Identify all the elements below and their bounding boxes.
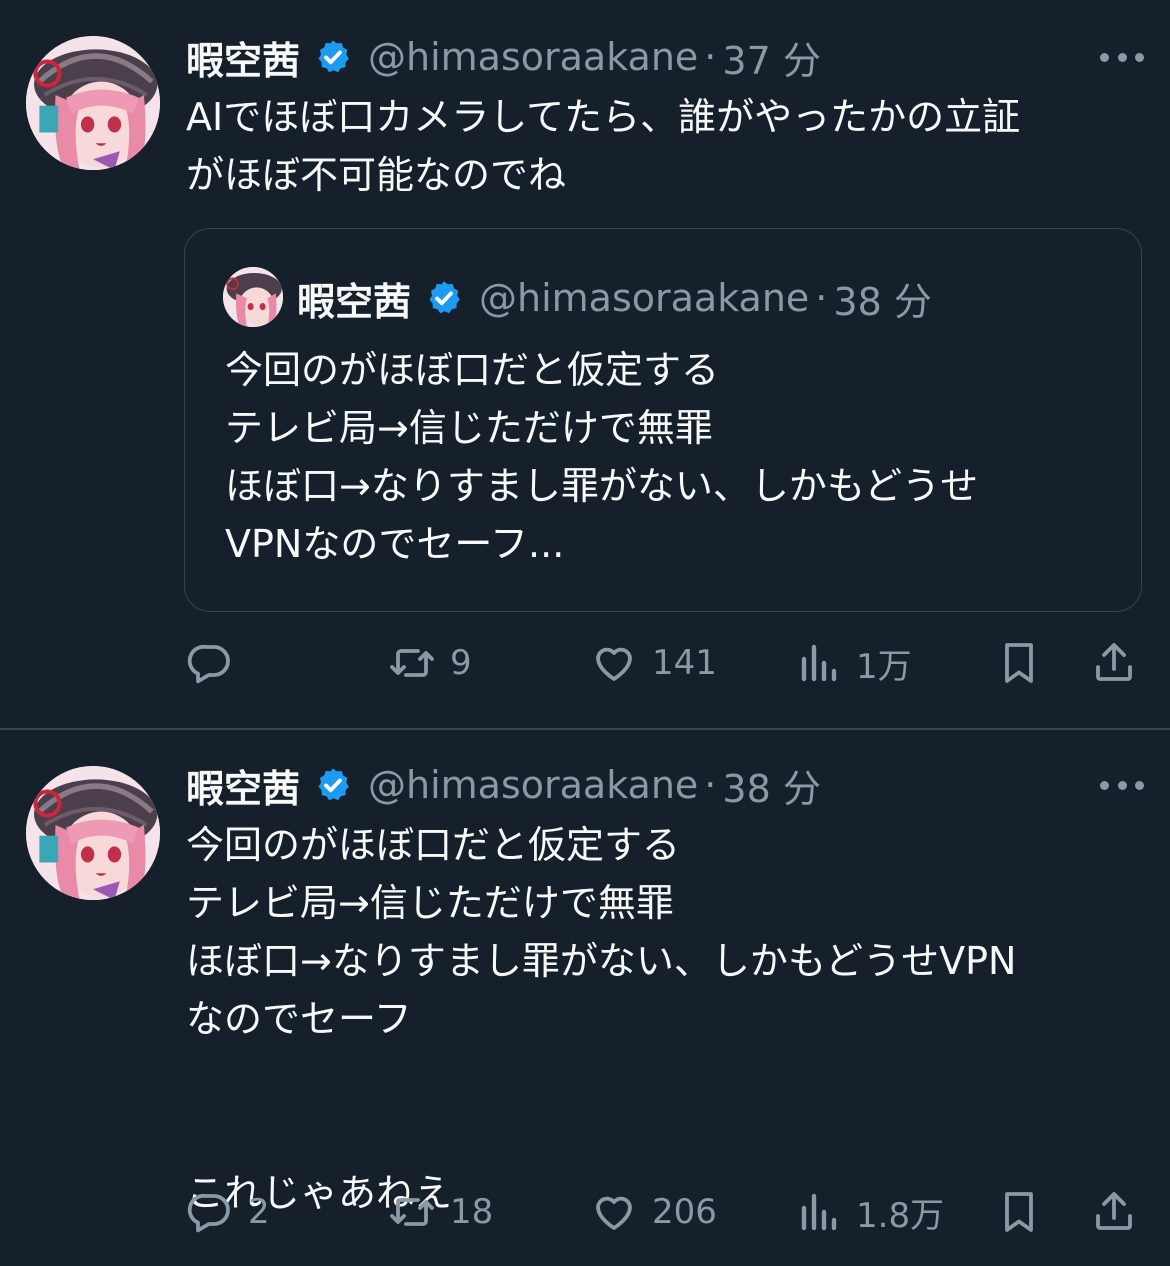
reply-bubble-icon [187, 1193, 230, 1233]
quoted-author-name: 暇空茜 [297, 279, 412, 324]
separator-dot: · [704, 763, 717, 807]
reply-count: 2 [248, 1192, 270, 1232]
action-bar: 2 18 206 1.8万 [0, 1184, 1170, 1240]
retweet-arrows-icon [390, 1198, 434, 1226]
avatar[interactable] [26, 766, 160, 900]
retweet-count: 9 [450, 643, 472, 683]
separator-dot: · [704, 35, 717, 79]
separator-dot: · [815, 276, 828, 320]
retweet-button[interactable]: 18 [388, 1184, 493, 1240]
tweet[interactable]: 暇空茜 @himasoraakane · 38 分 今回のがほぼ口だと仮定する … [0, 730, 1170, 1266]
timestamp[interactable]: 38 分 [722, 758, 820, 813]
verified-badge-icon [429, 281, 460, 314]
timestamp[interactable]: 37 分 [722, 30, 820, 85]
avatar-illustration [26, 36, 160, 170]
share-upload-icon [1096, 1192, 1132, 1230]
view-count: 1万 [856, 646, 912, 687]
bar-chart-icon [801, 1193, 837, 1231]
tweet[interactable]: 暇空茜 @himasoraakane · 37 分 AIでほぼ口カメラしてたら、… [0, 0, 1170, 728]
like-count: 141 [652, 643, 717, 683]
bookmark-icon [1005, 643, 1033, 683]
quoted-author-handle: @himasoraakane [479, 276, 810, 320]
action-bar: 9 141 1万 [0, 635, 1170, 691]
author-handle[interactable]: @himasoraakane [368, 35, 698, 79]
reply-button[interactable] [186, 635, 248, 691]
tweet-text: AIでほぼ口カメラしてたら、誰がやったかの立証 がほぼ不可能なのでね [186, 95, 1021, 197]
quoted-avatar [223, 267, 283, 327]
verified-badge-icon [318, 40, 349, 73]
more-dots-icon[interactable] [1100, 775, 1144, 795]
author-name[interactable]: 暇空茜 [186, 758, 300, 813]
views-button[interactable]: 1万 [794, 635, 912, 691]
share-button[interactable] [1090, 1184, 1138, 1240]
heart-icon [596, 647, 632, 681]
view-count: 1.8万 [856, 1195, 945, 1236]
reply-bubble-icon [187, 644, 230, 684]
views-button[interactable]: 1.8万 [794, 1184, 944, 1240]
bar-chart-icon [801, 644, 837, 682]
bookmark-icon [1005, 1192, 1033, 1232]
bookmark-button[interactable] [995, 635, 1043, 691]
share-upload-icon [1096, 643, 1132, 681]
bookmark-button[interactable] [995, 1184, 1043, 1240]
tweet-header: 暇空茜 @himasoraakane · 38 分 [186, 758, 821, 813]
quoted-tweet-text: 今回のがほぼ口だと仮定する テレビ局→信じただけで無罪 ほぼ口→なりすまし罪がな… [225, 348, 979, 566]
heart-icon [596, 1196, 632, 1230]
author-name[interactable]: 暇空茜 [186, 30, 300, 85]
quoted-tweet[interactable]: 暇空茜 @himasoraakane · 38 分 今回のがほぼ口だと仮定する … [184, 228, 1142, 612]
author-handle[interactable]: @himasoraakane [368, 763, 698, 807]
retweet-arrows-icon [390, 649, 434, 677]
quoted-header: 暇空茜 @himasoraakane · 38 分 [297, 273, 932, 324]
avatar-illustration [26, 766, 160, 900]
avatar[interactable] [26, 36, 160, 170]
like-count: 206 [652, 1192, 717, 1232]
more-dots-icon[interactable] [1100, 47, 1144, 67]
like-button[interactable]: 206 [590, 1184, 717, 1240]
retweet-count: 18 [450, 1192, 494, 1232]
share-button[interactable] [1090, 635, 1138, 691]
tweet-text: 今回のがほぼ口だと仮定する テレビ局→信じただけで無罪 ほぼ口→なりすまし罪がな… [186, 823, 1017, 1215]
reply-button[interactable]: 2 [186, 1184, 270, 1240]
tweet-header: 暇空茜 @himasoraakane · 37 分 [186, 30, 821, 85]
like-button[interactable]: 141 [590, 635, 717, 691]
verified-badge-icon [318, 768, 349, 801]
retweet-button[interactable]: 9 [388, 635, 472, 691]
quoted-timestamp: 38 分 [833, 279, 932, 324]
avatar-illustration [223, 267, 283, 327]
